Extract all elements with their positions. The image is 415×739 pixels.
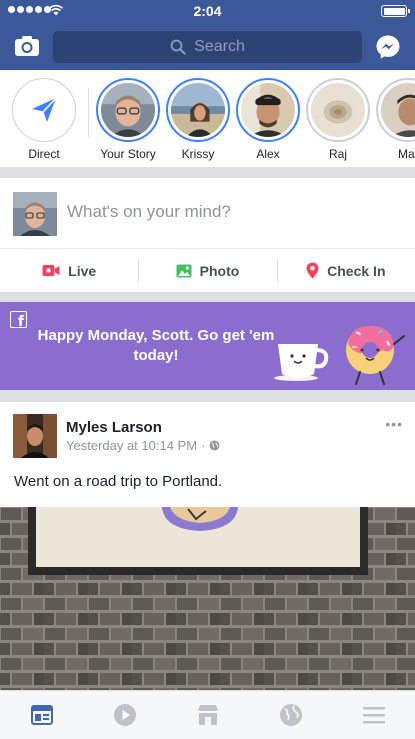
- video-play-icon: [113, 704, 136, 726]
- facebook-logo-icon: f: [10, 311, 27, 329]
- avatar: [171, 83, 225, 137]
- camera-icon[interactable]: [14, 34, 40, 58]
- post-timestamp[interactable]: Yesterday at 10:14 PM: [66, 438, 197, 453]
- tab-news-feed[interactable]: [22, 695, 62, 735]
- greeting-message: Happy Monday, Scott. Go get 'em today!: [37, 327, 275, 364]
- globe-icon: [279, 704, 302, 726]
- status-bar: 2:04: [0, 0, 415, 22]
- live-video-icon: [42, 265, 60, 276]
- more-options-icon[interactable]: •••: [385, 416, 403, 432]
- stories-divider: [88, 88, 89, 138]
- clock: 2:04: [193, 3, 222, 19]
- avatar[interactable]: [13, 192, 57, 236]
- story-ring: [376, 78, 415, 142]
- status-composer: What's on your mind? Live Photo Check In: [0, 178, 415, 292]
- coffee-donut-illustration: [274, 326, 405, 385]
- post-text: Went on a road trip to Portland.: [14, 473, 223, 490]
- post-meta: Yesterday at 10:14 PM ·: [66, 438, 220, 453]
- tab-marketplace[interactable]: [188, 695, 228, 735]
- story-label: Alex: [256, 147, 280, 161]
- story-ring: [166, 78, 230, 142]
- stories-tray: Direct Your Story Krissy Alex Raj Ma: [0, 70, 415, 167]
- story-label: Raj: [328, 147, 347, 161]
- composer-actions: Live Photo Check In: [0, 249, 415, 292]
- story-krissy[interactable]: Krissy: [162, 78, 234, 161]
- messenger-icon[interactable]: [375, 34, 401, 60]
- check-in-label: Check In: [327, 262, 386, 279]
- top-nav-bar: Search: [0, 22, 415, 70]
- direct-send-icon: [32, 97, 57, 122]
- bottom-tab-bar: [0, 690, 415, 739]
- live-label: Live: [68, 262, 97, 279]
- story-raj[interactable]: Raj: [302, 78, 374, 161]
- avatar: [381, 83, 415, 137]
- story-label: Your Story: [100, 147, 156, 161]
- post-author-name[interactable]: Myles Larson: [66, 419, 162, 436]
- search-icon: [170, 39, 186, 55]
- direct-button[interactable]: [12, 78, 76, 142]
- photo-label: Photo: [199, 262, 240, 279]
- post-photo[interactable]: [0, 507, 415, 690]
- avatar: [101, 83, 155, 137]
- meta-separator: ·: [201, 438, 206, 453]
- story-label: Krissy: [181, 147, 215, 161]
- search-placeholder: Search: [194, 38, 245, 55]
- search-bar[interactable]: Search: [53, 31, 362, 63]
- avatar[interactable]: [13, 414, 57, 458]
- story-label: Direct: [28, 147, 60, 161]
- greeting-banner[interactable]: f Happy Monday, Scott. Go get 'em today!: [0, 302, 415, 390]
- check-in-button[interactable]: Check In: [276, 249, 415, 292]
- story-ring: [306, 78, 370, 142]
- menu-icon: [362, 707, 385, 724]
- story-label: Mat: [397, 147, 415, 161]
- battery-icon: [381, 5, 410, 17]
- news-feed-icon: [30, 705, 53, 725]
- whats-on-your-mind-input[interactable]: What's on your mind?: [67, 202, 231, 222]
- tab-watch[interactable]: [105, 695, 145, 735]
- story-ring: [236, 78, 300, 142]
- live-button[interactable]: Live: [0, 249, 138, 292]
- photo-button[interactable]: Photo: [138, 249, 276, 292]
- photo-icon: [176, 264, 192, 277]
- story-direct[interactable]: Direct: [8, 78, 80, 161]
- location-pin-icon: [306, 262, 319, 279]
- tab-menu[interactable]: [354, 695, 394, 735]
- story-ring: [96, 78, 160, 142]
- tab-notifications-globe[interactable]: [271, 695, 311, 735]
- avatar: [241, 83, 295, 137]
- story-mat[interactable]: Mat: [372, 78, 415, 161]
- feed-post: Myles Larson Yesterday at 10:14 PM · •••…: [0, 402, 415, 690]
- avatar: [311, 83, 365, 137]
- marketplace-icon: [197, 705, 218, 725]
- story-alex[interactable]: Alex: [232, 78, 304, 161]
- story-your-story[interactable]: Your Story: [92, 78, 164, 161]
- globe-privacy-icon: [209, 440, 220, 451]
